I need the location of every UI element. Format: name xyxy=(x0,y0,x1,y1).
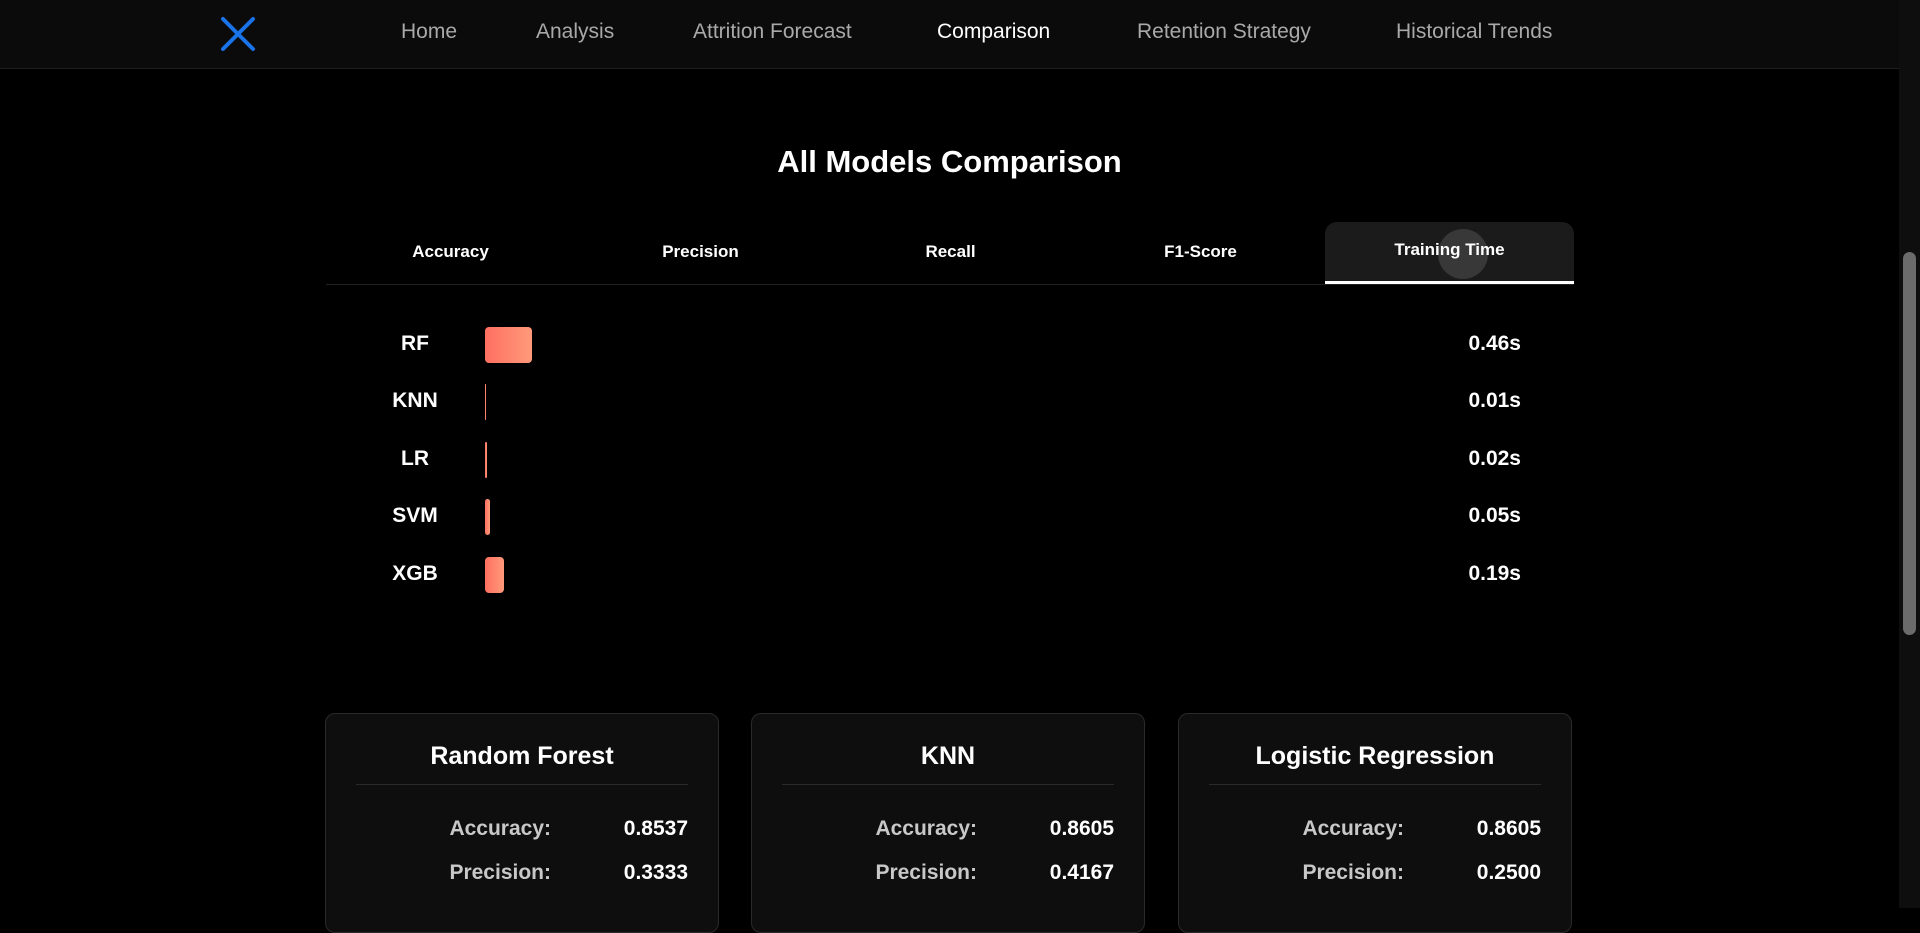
bar-row-xgb: XGB 0.19s xyxy=(380,554,1530,594)
tab-f1-score[interactable]: F1-Score xyxy=(1076,222,1325,284)
bar-label-rf: RF xyxy=(401,332,429,355)
bar-track-lr xyxy=(485,442,1385,478)
bar-rf xyxy=(485,327,532,363)
bar-value-svm: 0.05s xyxy=(1468,504,1521,527)
nav-home[interactable]: Home xyxy=(401,20,457,44)
section-title: All Models Comparison xyxy=(777,144,1122,179)
card-title: KNN xyxy=(782,742,1114,785)
bar-row-svm: SVM 0.05s xyxy=(380,496,1530,536)
page-scrollbar[interactable] xyxy=(1899,0,1920,908)
bar-value-xgb: 0.19s xyxy=(1468,562,1521,585)
tab-recall[interactable]: Recall xyxy=(826,222,1075,284)
tab-precision[interactable]: Precision xyxy=(576,222,825,284)
bar-value-lr: 0.02s xyxy=(1468,447,1521,470)
nav-historical-trends[interactable]: Historical Trends xyxy=(1396,20,1552,44)
bar-row-lr: LR 0.02s xyxy=(380,439,1530,479)
nav-attrition-forecast[interactable]: Attrition Forecast xyxy=(693,20,852,44)
metric-value: 0.8537 xyxy=(623,817,688,840)
x-logo-icon[interactable] xyxy=(219,16,257,52)
bar-label-svm: SVM xyxy=(392,504,438,527)
bar-track-xgb xyxy=(485,557,1385,593)
bar-label-knn: KNN xyxy=(392,389,438,412)
card-title: Random Forest xyxy=(356,742,688,785)
nav-retention-strategy[interactable]: Retention Strategy xyxy=(1137,20,1311,44)
bar-track-knn xyxy=(485,384,1385,420)
bar-value-rf: 0.46s xyxy=(1468,332,1521,355)
nav-analysis[interactable]: Analysis xyxy=(536,20,614,44)
metric-precision: Precision: 0.4167 xyxy=(782,861,1114,891)
metric-label: Precision: xyxy=(449,861,551,884)
metric-label: Accuracy: xyxy=(875,817,977,840)
bar-track-rf xyxy=(485,327,1385,363)
metric-value: 0.2500 xyxy=(1476,861,1541,884)
metric-label: Accuracy: xyxy=(449,817,551,840)
bar-row-rf: RF 0.46s xyxy=(380,324,1530,364)
metric-value: 0.3333 xyxy=(623,861,688,884)
bar-value-knn: 0.01s xyxy=(1468,389,1521,412)
metric-accuracy: Accuracy: 0.8537 xyxy=(356,817,688,847)
bar-label-xgb: XGB xyxy=(392,562,438,585)
metric-value: 0.8605 xyxy=(1476,817,1541,840)
bar-xgb xyxy=(485,557,505,593)
metric-label: Precision: xyxy=(875,861,977,884)
card-title: Logistic Regression xyxy=(1209,742,1541,785)
bar-lr xyxy=(485,442,488,478)
metric-value: 0.4167 xyxy=(1049,861,1114,884)
bar-svm xyxy=(485,499,491,535)
model-card-logistic-regression: Logistic Regression Accuracy: 0.8605 Pre… xyxy=(1178,713,1572,933)
nav-comparison[interactable]: Comparison xyxy=(937,20,1050,44)
bar-row-knn: KNN 0.01s xyxy=(380,381,1530,421)
top-navbar: Home Analysis Attrition Forecast Compari… xyxy=(0,0,1899,69)
metric-value: 0.8605 xyxy=(1049,817,1114,840)
metric-label: Precision: xyxy=(1302,861,1404,884)
tab-accuracy[interactable]: Accuracy xyxy=(326,222,575,284)
bar-label-lr: LR xyxy=(401,447,429,470)
metric-accuracy: Accuracy: 0.8605 xyxy=(1209,817,1541,847)
scrollbar-thumb[interactable] xyxy=(1903,252,1916,635)
metric-tabs: Accuracy Precision Recall F1-Score Train… xyxy=(326,222,1574,285)
tab-click-ripple xyxy=(1438,229,1488,279)
metric-precision: Precision: 0.2500 xyxy=(1209,861,1541,891)
metric-precision: Precision: 0.3333 xyxy=(356,861,688,891)
bar-track-svm xyxy=(485,499,1385,535)
model-card-knn: KNN Accuracy: 0.8605 Precision: 0.4167 xyxy=(751,713,1145,933)
metric-label: Accuracy: xyxy=(1302,817,1404,840)
model-card-random-forest: Random Forest Accuracy: 0.8537 Precision… xyxy=(325,713,719,933)
metric-accuracy: Accuracy: 0.8605 xyxy=(782,817,1114,847)
bar-knn xyxy=(485,384,487,420)
